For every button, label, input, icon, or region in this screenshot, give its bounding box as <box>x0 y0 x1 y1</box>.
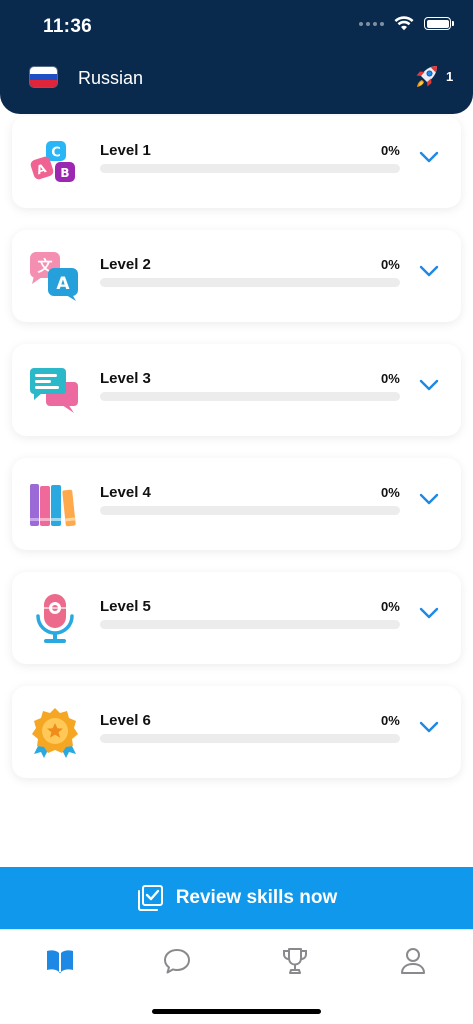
level-percent: 0% <box>381 371 400 386</box>
level-progress-bar <box>100 506 400 515</box>
level-progress-bar <box>100 620 400 629</box>
abc-blocks-icon: C A B <box>30 141 75 182</box>
level-percent: 0% <box>381 713 400 728</box>
level-title: Level 3 <box>100 370 151 387</box>
person-icon <box>401 948 425 974</box>
tab-learn[interactable] <box>43 944 77 978</box>
level-progress-bar <box>100 278 400 287</box>
level-title: Level 4 <box>100 484 151 501</box>
chat-bubbles-icon <box>30 368 78 413</box>
svg-text:C: C <box>51 146 61 161</box>
tab-achievements[interactable] <box>278 944 312 978</box>
chevron-down-icon[interactable] <box>419 492 439 506</box>
status-time: 11:36 <box>43 16 93 37</box>
level-title: Level 1 <box>100 142 151 159</box>
level-title: Level 6 <box>100 712 151 729</box>
book-icon <box>47 950 73 974</box>
streak-count: 1 <box>446 69 454 84</box>
chevron-down-icon[interactable] <box>419 720 439 734</box>
chevron-down-icon[interactable] <box>419 264 439 278</box>
chevron-down-icon[interactable] <box>419 378 439 392</box>
russia-flag-icon[interactable] <box>30 67 57 87</box>
tab-profile[interactable] <box>396 944 430 978</box>
app-header: 11:36 Russian 1 <box>0 0 473 114</box>
review-skills-button[interactable]: Review skills now <box>0 867 473 929</box>
level-progress-bar <box>100 734 400 743</box>
level-title: Level 5 <box>100 598 151 615</box>
level-percent: 0% <box>381 257 400 272</box>
level-card[interactable]: Level 4 0% <box>12 436 461 550</box>
level-progress-bar <box>100 164 400 173</box>
level-card[interactable]: Level 6 0% <box>12 664 461 778</box>
review-skills-label: Review skills now <box>175 887 338 908</box>
status-icons <box>359 16 454 31</box>
home-indicator <box>152 1009 321 1014</box>
level-card[interactable]: Level 3 0% <box>12 322 461 436</box>
checklist-icon <box>137 885 163 911</box>
rocket-icon[interactable] <box>412 63 440 91</box>
microphone-icon <box>36 594 74 643</box>
language-name[interactable]: Russian <box>78 68 143 89</box>
level-title: Level 2 <box>100 256 151 273</box>
level-percent: 0% <box>381 485 400 500</box>
tab-chat[interactable] <box>160 944 194 978</box>
level-card[interactable]: 文 A Level 2 0% <box>12 208 461 322</box>
level-progress-bar <box>100 392 400 401</box>
trophy-icon <box>283 948 307 974</box>
signal-icon <box>359 21 384 26</box>
medal-icon <box>32 708 78 758</box>
books-icon <box>30 484 76 527</box>
level-list: C A B Level 1 0% 文 A Level 2 0% Level 3 … <box>12 94 461 778</box>
battery-icon <box>424 17 454 30</box>
chevron-down-icon[interactable] <box>419 150 439 164</box>
level-percent: 0% <box>381 599 400 614</box>
wifi-icon <box>394 16 414 31</box>
svg-text:A: A <box>56 274 70 294</box>
speech-bubble-icon <box>164 949 190 974</box>
svg-text:B: B <box>60 166 69 180</box>
level-card[interactable]: Level 5 0% <box>12 550 461 664</box>
translate-icon: 文 A <box>30 252 78 301</box>
level-percent: 0% <box>381 143 400 158</box>
chevron-down-icon[interactable] <box>419 606 439 620</box>
